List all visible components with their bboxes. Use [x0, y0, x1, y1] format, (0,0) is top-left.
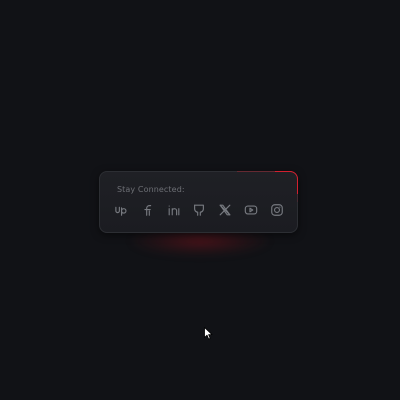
- instagram-icon: [270, 204, 283, 216]
- linkedin-icon: [168, 205, 179, 216]
- x-icon: [219, 204, 231, 216]
- x-link[interactable]: [217, 202, 233, 218]
- instagram-link[interactable]: [269, 202, 285, 218]
- youtube-icon: [244, 205, 258, 215]
- mouse-cursor-icon: [204, 327, 213, 340]
- upwork-link[interactable]: [114, 202, 130, 218]
- linkedin-link[interactable]: [166, 202, 182, 218]
- github-icon: [194, 204, 205, 216]
- card-accent: [275, 171, 298, 194]
- social-card: Stay Connected:: [99, 171, 298, 233]
- facebook-link[interactable]: [140, 202, 156, 218]
- github-link[interactable]: [191, 202, 207, 218]
- facebook-icon: [144, 205, 151, 216]
- upwork-icon: [115, 206, 127, 216]
- card-accent-fade: [237, 171, 298, 202]
- youtube-link[interactable]: [243, 202, 259, 218]
- social-icons: [114, 202, 285, 218]
- card-title: Stay Connected:: [117, 185, 185, 194]
